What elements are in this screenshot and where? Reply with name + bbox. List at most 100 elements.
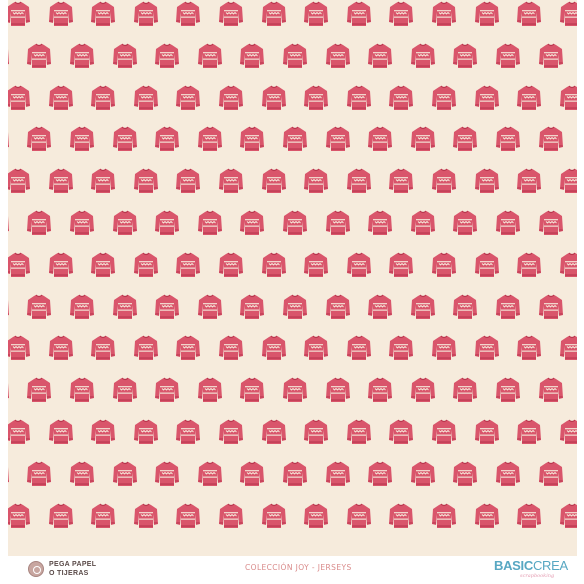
- sweater-motif-icon: [25, 209, 53, 237]
- sweater-motif-icon: [537, 42, 565, 70]
- sweater-motif-icon: [281, 209, 309, 237]
- sweater-motif-icon: [281, 293, 309, 321]
- sweater-motif-icon: [302, 0, 330, 28]
- sweater-motif-icon: [302, 334, 330, 362]
- sweater-motif-icon: [345, 418, 373, 446]
- sweater-motif-icon: [409, 460, 437, 488]
- sweater-motif-icon: [366, 376, 394, 404]
- sweater-motif-icon: [366, 460, 394, 488]
- sweater-motif-icon: [473, 0, 501, 28]
- sweater-motif-icon: [8, 209, 11, 237]
- sweater-motif-icon: [8, 84, 32, 112]
- sweater-motif-icon: [558, 418, 577, 446]
- sweater-motif-icon: [8, 334, 32, 362]
- sweater-motif-icon: [409, 42, 437, 70]
- sweater-motif-icon: [174, 84, 202, 112]
- sweater-motif-icon: [345, 84, 373, 112]
- sweater-motif-icon: [515, 502, 543, 530]
- sweater-motif-icon: [8, 376, 11, 404]
- sweater-motif-icon: [217, 84, 245, 112]
- sweater-motif-icon: [558, 251, 577, 279]
- sweater-motif-icon: [345, 251, 373, 279]
- sweater-motif-icon: [494, 42, 522, 70]
- sweater-motif-icon: [47, 84, 75, 112]
- sweater-motif-icon: [196, 42, 224, 70]
- sweater-motif-icon: [451, 209, 479, 237]
- sweater-motif-icon: [89, 84, 117, 112]
- sweater-motif-icon: [537, 209, 565, 237]
- sweater-motif-icon: [537, 460, 565, 488]
- sweater-motif-icon: [153, 42, 181, 70]
- sweater-motif-icon: [153, 125, 181, 153]
- sweater-motif-icon: [451, 376, 479, 404]
- sweater-motif-icon: [174, 502, 202, 530]
- sweater-motif-icon: [324, 125, 352, 153]
- sweater-motif-icon: [68, 42, 96, 70]
- sweater-motif-icon: [537, 293, 565, 321]
- stamp-line-1: PEGA PAPEL: [49, 561, 97, 568]
- brand-light: CREA: [532, 558, 568, 573]
- sweater-motif-icon: [217, 0, 245, 28]
- sweater-motif-icon: [324, 209, 352, 237]
- sweater-motif-icon: [174, 0, 202, 28]
- sweater-motif-icon: [174, 167, 202, 195]
- sweater-motif-icon: [473, 418, 501, 446]
- sweater-motif-icon: [302, 84, 330, 112]
- sweater-motif-icon: [238, 125, 266, 153]
- sweater-motif-icon: [473, 502, 501, 530]
- sweater-motif-icon: [111, 125, 139, 153]
- sweater-motif-icon: [281, 125, 309, 153]
- sweater-motif-icon: [494, 376, 522, 404]
- sweater-motif-icon: [89, 251, 117, 279]
- sweater-motif-icon: [302, 502, 330, 530]
- sweater-motif-icon: [451, 293, 479, 321]
- sweater-motif-icon: [217, 418, 245, 446]
- sweater-motif-icon: [25, 293, 53, 321]
- sweater-motif-icon: [515, 251, 543, 279]
- sweater-motif-icon: [281, 42, 309, 70]
- sweater-motif-icon: [47, 502, 75, 530]
- sweater-motif-icon: [25, 125, 53, 153]
- sweater-motif-icon: [260, 418, 288, 446]
- sweater-motif-icon: [430, 167, 458, 195]
- sweater-motif-icon: [25, 460, 53, 488]
- sweater-motif-icon: [8, 460, 11, 488]
- sweater-motif-icon: [473, 334, 501, 362]
- paper-footer: PEGA PAPEL O TIJERAS COLECCIÓN JOY - JER…: [0, 556, 584, 584]
- sweater-motif-icon: [89, 418, 117, 446]
- sweater-motif-icon: [558, 84, 577, 112]
- sweater-motif-icon: [217, 502, 245, 530]
- sweater-motif-icon: [111, 293, 139, 321]
- sweater-motif-icon: [238, 376, 266, 404]
- scrapbook-paper: PEGA PAPEL O TIJERAS COLECCIÓN JOY - JER…: [0, 0, 584, 584]
- sweater-motif-icon: [345, 334, 373, 362]
- sweater-motif-icon: [8, 42, 11, 70]
- sweater-motif-icon: [451, 42, 479, 70]
- sweater-motif-icon: [68, 209, 96, 237]
- sweater-motif-icon: [451, 460, 479, 488]
- sweater-motif-icon: [430, 84, 458, 112]
- sweater-motif-icon: [558, 502, 577, 530]
- sweater-motif-icon: [132, 84, 160, 112]
- sweater-motif-icon: [515, 418, 543, 446]
- sweater-motif-icon: [25, 42, 53, 70]
- sweater-motif-icon: [387, 418, 415, 446]
- sweater-motif-icon: [473, 167, 501, 195]
- sweater-motif-icon: [366, 209, 394, 237]
- sweater-motif-icon: [409, 376, 437, 404]
- sweater-motif-icon: [387, 251, 415, 279]
- sweater-motif-icon: [260, 251, 288, 279]
- sweater-motif-icon: [132, 502, 160, 530]
- sweater-motif-icon: [111, 209, 139, 237]
- collection-name: COLECCIÓN JOY - JERSEYS: [245, 563, 352, 572]
- sweater-motif-icon: [8, 502, 32, 530]
- sweater-motif-icon: [281, 460, 309, 488]
- sweater-motif-icon: [217, 167, 245, 195]
- sweater-motif-icon: [174, 334, 202, 362]
- sweater-motif-icon: [196, 460, 224, 488]
- sweater-motif-icon: [281, 376, 309, 404]
- sweater-motif-icon: [68, 376, 96, 404]
- sweater-motif-icon: [47, 167, 75, 195]
- sweater-motif-icon: [387, 334, 415, 362]
- brand-bold: BASIC: [494, 558, 533, 573]
